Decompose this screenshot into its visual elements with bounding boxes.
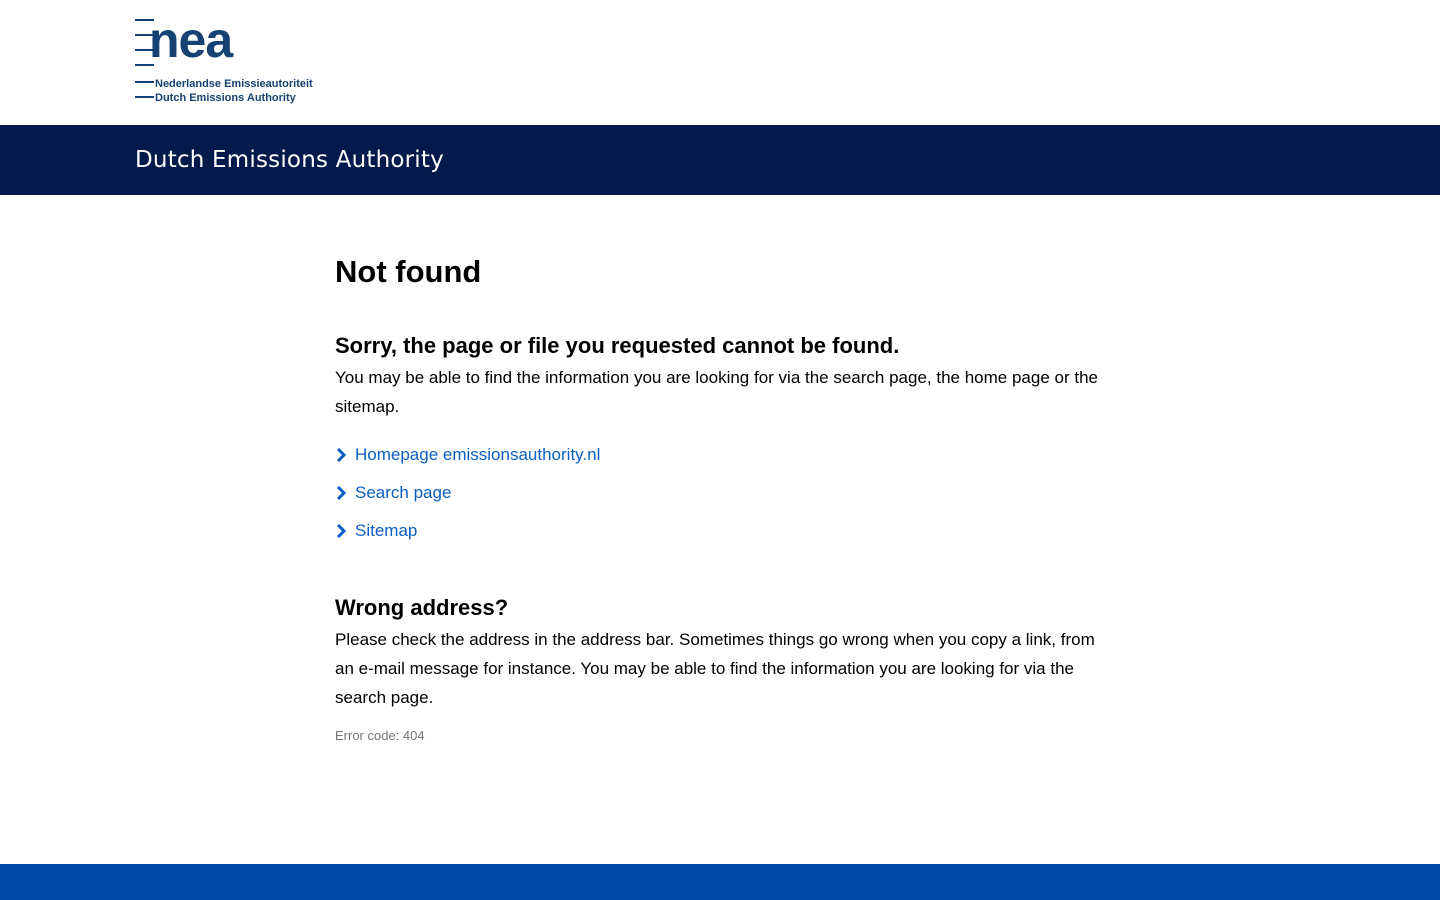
main-content: Not found Sorry, the page or file you re… bbox=[335, 250, 1110, 746]
sorry-heading: Sorry, the page or file you requested ca… bbox=[335, 333, 900, 358]
error-code: Error code: 404 bbox=[335, 728, 425, 743]
help-links: Homepage emissionsauthority.nl Search pa… bbox=[335, 442, 1110, 556]
logo-line-english: Dutch Emissions Authority bbox=[155, 92, 296, 104]
site-name: Dutch Emissions Authority bbox=[135, 147, 444, 173]
sorry-text: You may be able to find the information … bbox=[335, 368, 1098, 416]
list-item: Search page bbox=[335, 480, 1110, 518]
site-header: nea Nederlandse Emissieautoriteit Dutch … bbox=[0, 0, 1440, 125]
page-title: Not found bbox=[335, 254, 482, 289]
logo-divider bbox=[135, 96, 154, 98]
homepage-link[interactable]: Homepage emissionsauthority.nl bbox=[335, 442, 600, 468]
wrong-address-text: Please check the address in the address … bbox=[335, 630, 1095, 707]
wrong-address-heading: Wrong address? bbox=[335, 595, 509, 620]
chevron-right-icon bbox=[336, 486, 347, 500]
nea-logo[interactable]: nea Nederlandse Emissieautoriteit Dutch … bbox=[135, 12, 315, 107]
search-page-link[interactable]: Search page bbox=[335, 480, 451, 506]
title-bar: Dutch Emissions Authority bbox=[0, 125, 1440, 195]
logo-wordmark: nea bbox=[149, 12, 233, 68]
logo-divider bbox=[135, 81, 154, 83]
logo-line-dutch: Nederlandse Emissieautoriteit bbox=[155, 78, 313, 90]
site-footer bbox=[0, 864, 1440, 900]
list-item: Sitemap bbox=[335, 518, 1110, 556]
chevron-right-icon bbox=[336, 524, 347, 538]
sitemap-link[interactable]: Sitemap bbox=[335, 518, 417, 544]
chevron-right-icon bbox=[336, 448, 347, 462]
list-item: Homepage emissionsauthority.nl bbox=[335, 442, 1110, 480]
